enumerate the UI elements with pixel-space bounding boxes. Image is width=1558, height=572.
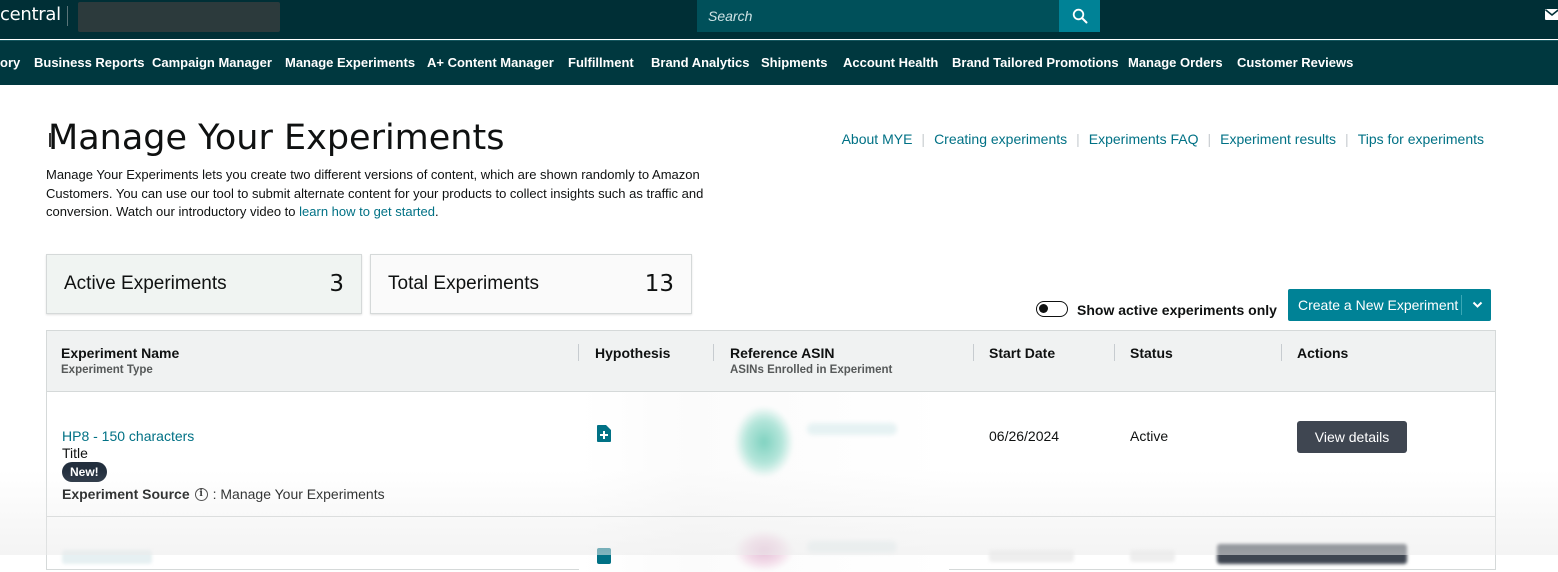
column-divider — [1281, 344, 1282, 361]
document-icon-obscured[interactable] — [597, 548, 611, 564]
link-separator: | — [1345, 131, 1349, 147]
intro-end: . — [435, 204, 439, 219]
product-thumbnail-redacted — [735, 407, 793, 477]
button-divider — [1461, 295, 1462, 315]
search-icon — [1072, 8, 1087, 24]
status-obscured — [1130, 550, 1175, 562]
search-input[interactable] — [697, 0, 1059, 32]
nav-item-inventory[interactable]: ory — [0, 55, 20, 70]
col-actions: Actions — [1297, 345, 1349, 361]
new-badge: New! — [62, 462, 107, 482]
nav-item-manage-experiments[interactable]: Manage Experiments — [285, 55, 415, 70]
total-experiments-label: Total Experiments — [388, 273, 540, 294]
mail-icon[interactable] — [1545, 9, 1558, 20]
tips-for-experiments-link[interactable]: Tips for experiments — [1358, 131, 1484, 147]
nav-item-campaign-manager[interactable]: Campaign Manager — [152, 55, 272, 70]
total-experiments-count: 13 — [644, 271, 674, 297]
creating-experiments-link[interactable]: Creating experiments — [934, 131, 1067, 147]
view-details-button[interactable]: View details — [1297, 421, 1407, 453]
nav-item-brand-tailored-promotions[interactable]: Brand Tailored Promotions — [952, 55, 1119, 70]
active-experiments-label: Active Experiments — [64, 273, 227, 294]
intro-text: Manage Your Experiments lets you create … — [46, 166, 746, 222]
active-experiments-count: 3 — [329, 271, 344, 297]
col-hypothesis: Hypothesis — [595, 345, 671, 361]
create-experiment-label: Create a New Experiment — [1298, 297, 1459, 313]
info-icon[interactable]: i — [194, 487, 208, 501]
experiment-source-value: : Manage Your Experiments — [212, 486, 385, 502]
brand-logo[interactable]: central — [0, 4, 61, 25]
nav-item-customer-reviews[interactable]: Customer Reviews — [1237, 55, 1353, 70]
chevron-down-icon[interactable] — [1472, 299, 1483, 310]
col-asins-enrolled: ASINs Enrolled in Experiment — [730, 364, 893, 376]
nav-item-shipments[interactable]: Shipments — [761, 55, 827, 70]
main-navigation: ory Business Reports Campaign Manager Ma… — [0, 40, 1558, 85]
search-bar — [697, 0, 1100, 32]
nav-item-fulfillment[interactable]: Fulfillment — [568, 55, 634, 70]
link-separator: | — [921, 131, 926, 147]
col-experiment-name[interactable]: Experiment Name — [61, 345, 179, 361]
create-experiment-button[interactable]: Create a New Experiment — [1288, 289, 1491, 321]
page-title: Manage Your Experiments — [48, 118, 505, 158]
brand-divider — [67, 6, 68, 26]
active-only-label: Show active experiments only — [1077, 302, 1277, 318]
active-only-toggle[interactable] — [1036, 301, 1068, 317]
nav-item-a-plus-content[interactable]: A+ Content Manager — [427, 55, 554, 70]
col-start-date[interactable]: Start Date — [989, 345, 1055, 361]
start-date-value: 06/26/2024 — [989, 428, 1060, 444]
col-experiment-type: Experiment Type — [61, 364, 153, 376]
account-switcher-redacted[interactable] — [78, 2, 280, 32]
status-value: Active — [1130, 428, 1169, 444]
experiments-table: Experiment Name Experiment Type Hypothes… — [46, 330, 1496, 572]
table-header: Experiment Name Experiment Type Hypothes… — [47, 331, 1495, 392]
nav-item-manage-orders[interactable]: Manage Orders — [1128, 55, 1223, 70]
learn-how-link[interactable]: learn how to get started — [299, 204, 435, 219]
product-thumbnail-redacted — [735, 531, 793, 571]
link-separator: | — [1076, 131, 1080, 147]
total-experiments-card[interactable]: Total Experiments 13 — [370, 254, 692, 314]
asin-text-redacted — [807, 423, 897, 435]
active-experiments-card[interactable]: Active Experiments 3 — [46, 254, 362, 314]
experiment-source-label: Experiment Source — [62, 486, 190, 502]
column-divider — [713, 344, 714, 361]
experiment-name-link[interactable]: HP8 - 150 characters — [62, 428, 194, 444]
nav-item-business-reports[interactable]: Business Reports — [34, 55, 145, 70]
help-links: About MYE | Creating experiments | Exper… — [842, 131, 1484, 147]
nav-item-account-health[interactable]: Account Health — [843, 55, 938, 70]
col-status[interactable]: Status — [1130, 345, 1173, 361]
experiment-name-link-obscured[interactable] — [62, 550, 152, 564]
experiment-results-link[interactable]: Experiment results — [1220, 131, 1336, 147]
experiments-faq-link[interactable]: Experiments FAQ — [1089, 131, 1199, 147]
col-reference-asin: Reference ASIN — [730, 345, 835, 361]
column-divider — [1114, 344, 1115, 361]
experiment-type: Title — [62, 445, 88, 461]
document-add-icon[interactable] — [597, 425, 611, 442]
experiment-source: Experiment Source i : Manage Your Experi… — [62, 486, 385, 502]
start-date-obscured — [989, 550, 1074, 562]
text-cursor-icon — [49, 133, 55, 147]
asin-text-redacted — [807, 541, 897, 553]
about-mye-link[interactable]: About MYE — [842, 131, 913, 147]
toggle-knob — [1039, 304, 1048, 313]
row-divider — [47, 516, 1495, 517]
top-bar: central — [0, 0, 1558, 39]
column-divider — [973, 344, 974, 361]
view-details-button-obscured[interactable] — [1217, 544, 1407, 564]
search-button[interactable] — [1059, 0, 1100, 32]
nav-item-brand-analytics[interactable]: Brand Analytics — [651, 55, 750, 70]
link-separator: | — [1207, 131, 1212, 147]
column-divider — [578, 344, 579, 361]
